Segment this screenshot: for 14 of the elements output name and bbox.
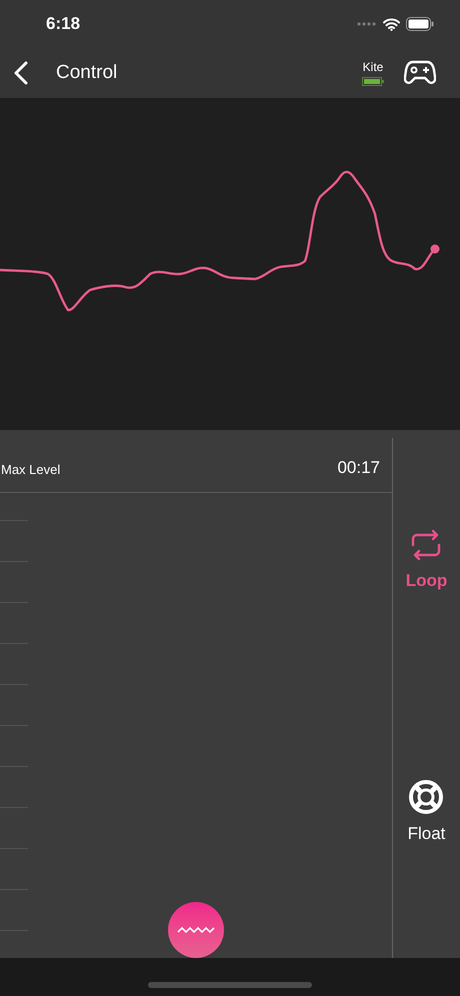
wifi-icon bbox=[383, 18, 400, 30]
back-button[interactable] bbox=[14, 60, 30, 86]
zigzag-icon bbox=[177, 926, 215, 934]
battery-icon bbox=[406, 17, 434, 31]
status-time: 6:18 bbox=[46, 13, 80, 36]
lifebuoy-icon bbox=[408, 778, 444, 814]
battery-icon bbox=[362, 77, 384, 86]
screen-title: Control bbox=[56, 60, 118, 85]
float-button[interactable]: Float bbox=[408, 778, 446, 846]
device-name: Kite bbox=[362, 60, 384, 74]
elapsed-time: 00:17 bbox=[337, 456, 380, 478]
panel-label: Max Level bbox=[1, 460, 60, 478]
signal-icon bbox=[357, 22, 377, 26]
gamepad-button[interactable] bbox=[404, 60, 436, 86]
